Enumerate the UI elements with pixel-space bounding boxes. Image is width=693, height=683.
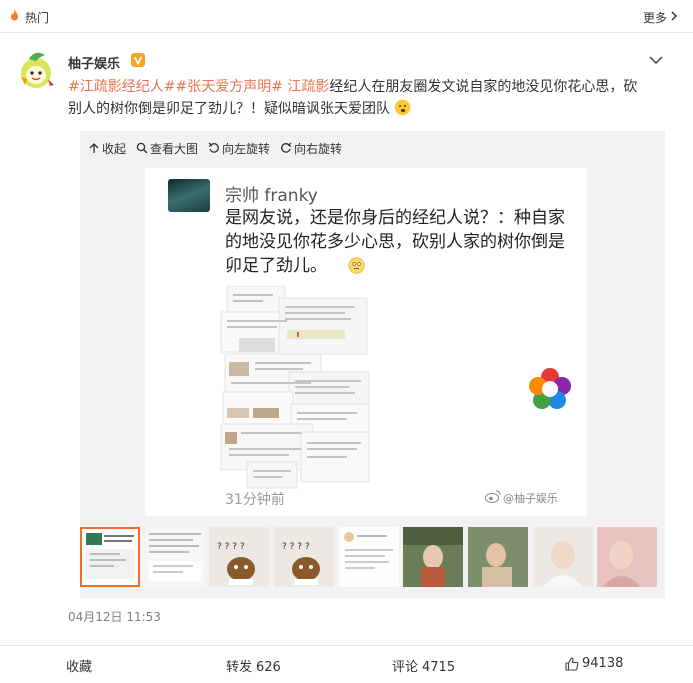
- weibo-logo-icon: [485, 490, 501, 503]
- flame-icon: [11, 9, 18, 21]
- screenshot-post-body: 是网友说，还是你身后的经纪人说？：种自家的地没见你花多少心思，砍别人家的树你倒是…: [225, 206, 565, 278]
- rotate-right-icon: [281, 142, 292, 153]
- hashtag-link[interactable]: #江疏影: [68, 79, 122, 95]
- author-name[interactable]: 柚子娱乐: [68, 53, 120, 72]
- thumbnail-image: [403, 527, 463, 587]
- rotate-left-button[interactable]: 向左旋转: [208, 139, 276, 157]
- thumbnail-image: [533, 527, 593, 587]
- thumbnail-2[interactable]: [145, 527, 205, 587]
- collapse-button[interactable]: 收起: [88, 139, 132, 157]
- image-watermark: @柚子娱乐: [503, 492, 558, 505]
- embarrassed-emoji-icon: [348, 257, 366, 274]
- thumbnail-9[interactable]: [597, 527, 657, 587]
- collapse-label: 收起: [102, 141, 127, 156]
- rotate-right-button[interactable]: 向右旋转: [280, 139, 348, 157]
- thumbnail-8[interactable]: [533, 527, 593, 587]
- top-bar: 热门 更多: [0, 0, 693, 33]
- hashtag-link[interactable]: 江疏影: [287, 79, 329, 95]
- forward-count: 626: [256, 660, 281, 675]
- chevron-right-icon[interactable]: [670, 11, 678, 21]
- rotate-left-icon: [208, 142, 219, 153]
- screenshot-post-text: 是网友说，还是你身后的经纪人说？：种自家的地没见你花多少心思，砍别人家的树你倒是…: [225, 208, 565, 276]
- hashtag-link[interactable]: #张天爱方声明#: [175, 79, 282, 95]
- forward-label: 转发: [226, 660, 253, 675]
- thumbnail-7[interactable]: [468, 527, 528, 587]
- post-date[interactable]: 04月12日 11:53: [68, 608, 161, 625]
- view-large-label: 查看大图: [150, 141, 199, 156]
- comment-count: 4715: [422, 660, 456, 675]
- flower-logo-icon: [529, 368, 571, 409]
- post-text-content: #江疏影经纪人##张天爱方声明# 江疏影经纪人在朋友圈发文说自家的地没见你花心思…: [68, 79, 637, 117]
- thumbnail-image: ? ? ? ?: [274, 527, 334, 587]
- thumbnail-4[interactable]: ? ? ? ?: [274, 527, 334, 587]
- thumbnail-image: [597, 527, 657, 587]
- thumbs-up-icon: [565, 656, 579, 671]
- like-button[interactable]: 94138: [565, 656, 623, 671]
- post-text: #江疏影经纪人##张天爱方声明# 江疏影经纪人在朋友圈发文说自家的地没见你花心思…: [68, 76, 648, 120]
- action-bar: 收藏 转发 626 评论 4715 94138: [0, 645, 693, 683]
- screenshot-post-avatar: [168, 179, 210, 212]
- author-avatar[interactable]: [15, 49, 57, 91]
- media-box: 收起 查看大图 向左旋转 向右旋转 宗帅 franky 是网友说，还是你身后的经…: [80, 131, 665, 598]
- collapse-icon: [89, 143, 99, 153]
- rotate-left-label: 向左旋转: [222, 141, 271, 156]
- section-title: 热门: [25, 11, 50, 25]
- thinking-emoji-icon: [395, 99, 411, 116]
- thumbnail-5[interactable]: [339, 527, 399, 587]
- chevron-down-icon[interactable]: [649, 56, 663, 65]
- comment-button[interactable]: 评论 4715: [392, 656, 455, 675]
- comment-label: 评论: [392, 660, 419, 675]
- forward-button[interactable]: 转发 626: [226, 656, 281, 675]
- thumbnail-strip: ? ? ? ? ? ? ? ?: [80, 527, 665, 587]
- thumbnail-caption: ? ? ? ?: [282, 542, 310, 552]
- thumbnail-image: ? ? ? ?: [209, 527, 269, 587]
- search-icon: [136, 142, 148, 154]
- favorite-label: 收藏: [66, 660, 93, 675]
- like-count: 94138: [582, 656, 624, 671]
- screenshot-post-time: 31分钟前: [225, 492, 285, 508]
- screenshot-post-name: 宗帅 franky: [225, 186, 318, 206]
- image-toolbar: 收起 查看大图 向左旋转 向右旋转: [88, 139, 348, 157]
- hashtag-link[interactable]: 经纪人#: [122, 79, 176, 95]
- thumbnail-image: [145, 527, 205, 587]
- thumbnail-image: [339, 527, 399, 587]
- rotate-right-label: 向右旋转: [294, 141, 343, 156]
- main-image[interactable]: 宗帅 franky 是网友说，还是你身后的经纪人说？：种自家的地没见你花多少心思…: [145, 168, 587, 516]
- thumbnail-image: [468, 527, 528, 587]
- verified-badge-icon: [131, 53, 145, 67]
- comments-collage: [220, 286, 370, 489]
- thumbnail-3[interactable]: ? ? ? ?: [209, 527, 269, 587]
- thumbnail-6[interactable]: [403, 527, 463, 587]
- thumbnail-caption: ? ? ? ?: [217, 542, 245, 552]
- favorite-button[interactable]: 收藏: [66, 656, 92, 675]
- thumbnail-image: [80, 527, 140, 587]
- more-link[interactable]: 更多: [643, 9, 667, 26]
- thumbnail-1[interactable]: [80, 527, 140, 587]
- view-large-button[interactable]: 查看大图: [136, 139, 204, 157]
